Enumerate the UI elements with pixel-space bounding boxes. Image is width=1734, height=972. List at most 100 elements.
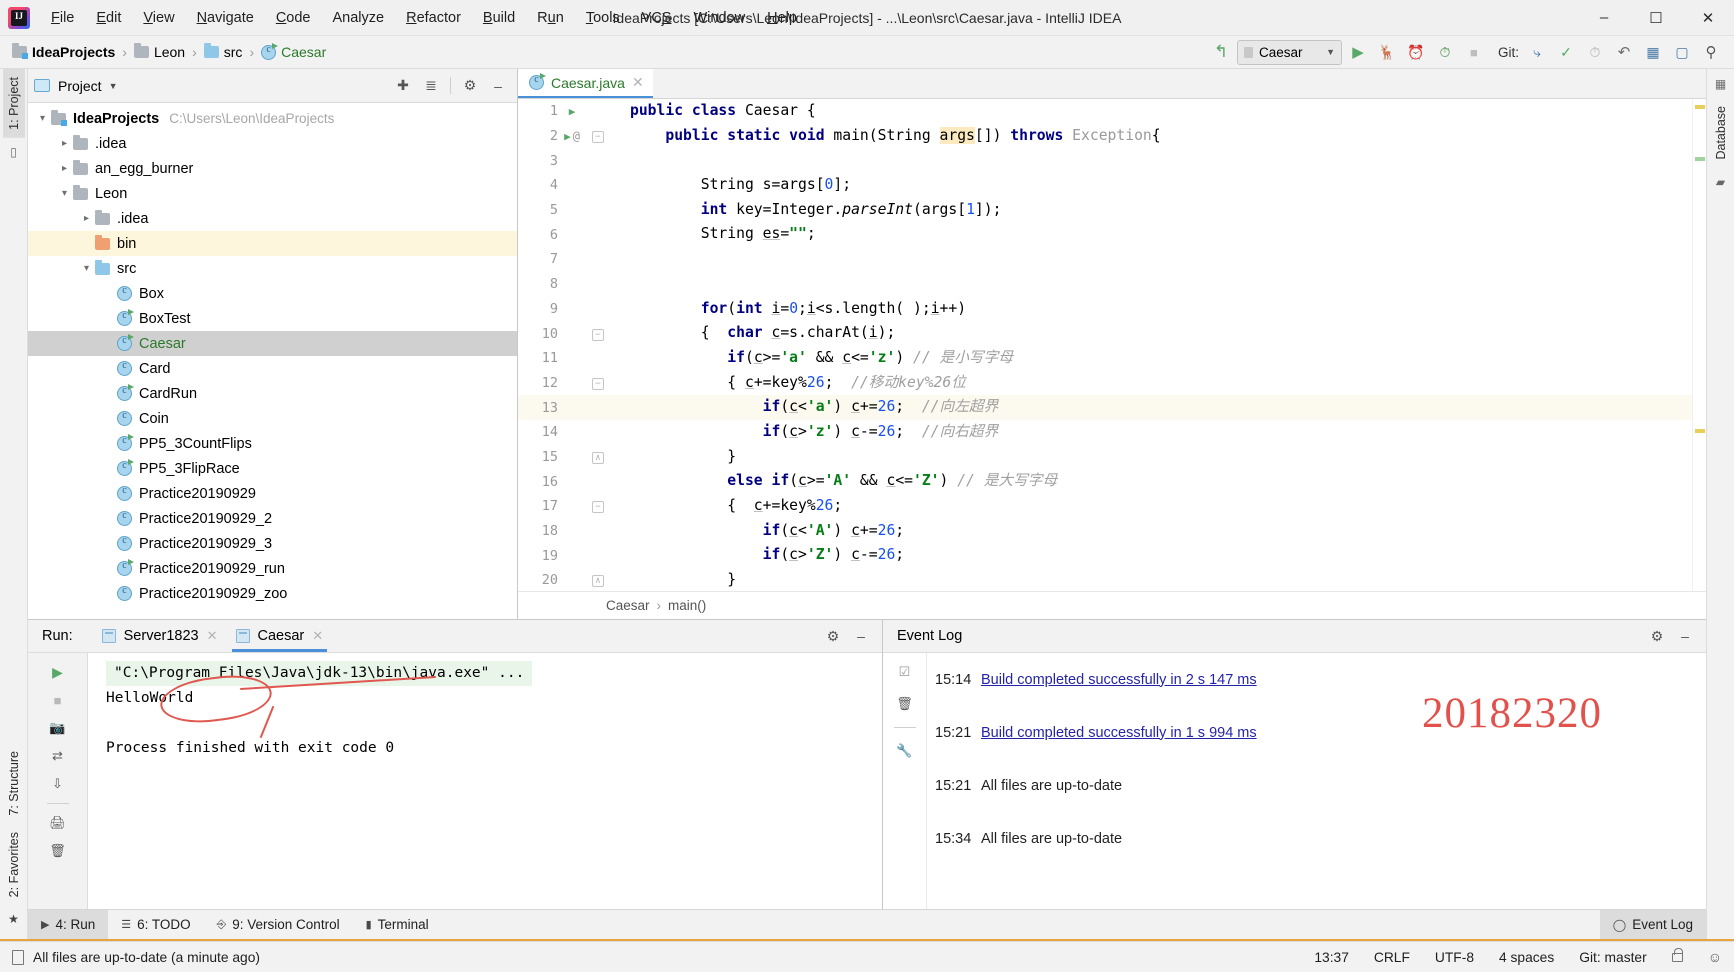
- run-icon[interactable]: ▶: [1345, 40, 1371, 65]
- print-icon[interactable]: 🖨: [44, 810, 72, 836]
- project-small-icon[interactable]: ▯: [4, 143, 24, 161]
- rerun-icon[interactable]: ▶: [44, 659, 72, 685]
- code-line[interactable]: { char c=s.charAt(i);: [618, 321, 1692, 346]
- gutter-line[interactable]: 7: [518, 247, 618, 272]
- chevron-down-icon[interactable]: [56, 188, 73, 199]
- history-icon[interactable]: ⏱: [1582, 40, 1608, 65]
- run-console-output[interactable]: "C:\Program Files\Java\jdk-13\bin\java.e…: [88, 653, 882, 909]
- editor-tab-caesar-java[interactable]: Caesar.java ✕: [518, 69, 653, 98]
- project-tree[interactable]: IdeaProjects C:\Users\Leon\IdeaProjects .i…: [28, 103, 517, 619]
- menu-file[interactable]: File: [40, 6, 85, 30]
- hide-panel-icon[interactable]: –: [1672, 624, 1698, 648]
- menu-help[interactable]: Help: [756, 6, 808, 30]
- tree-node-coin[interactable]: Coin: [28, 406, 517, 431]
- line-separator[interactable]: CRLF: [1374, 950, 1410, 965]
- collapse-all-icon[interactable]: ≣: [418, 74, 444, 98]
- run-coverage-icon[interactable]: ⏰: [1403, 40, 1429, 65]
- tree-node-ideaprojects[interactable]: IdeaProjects C:\Users\Leon\IdeaProjects: [28, 106, 517, 131]
- gutter-line[interactable]: 19: [518, 543, 618, 568]
- tree-node-bin[interactable]: bin: [28, 231, 517, 256]
- run-tab-server1823[interactable]: Server1823 ✕: [93, 620, 227, 652]
- tree-node-box[interactable]: Box: [28, 281, 517, 306]
- gutter-line[interactable]: 15 ∧: [518, 445, 618, 470]
- stop-icon[interactable]: ■: [1461, 40, 1487, 65]
- event-log-entry[interactable]: 15:34 All files are up-to-date: [935, 812, 1706, 865]
- screenshot-icon[interactable]: 📷: [44, 715, 72, 741]
- code-line[interactable]: public class Caesar {: [618, 99, 1692, 124]
- code-line[interactable]: [618, 247, 1692, 272]
- code-line[interactable]: if(c<'A') c+=26;: [618, 519, 1692, 544]
- gutter-line[interactable]: 13: [518, 395, 618, 420]
- gutter-line[interactable]: 10 −: [518, 321, 618, 346]
- tree-node-caesar[interactable]: Caesar: [28, 331, 517, 356]
- toolwindow-terminal[interactable]: ▮ Terminal: [353, 910, 442, 940]
- favorites-star-icon[interactable]: ★: [4, 910, 24, 928]
- toolwindow-run[interactable]: ▶ 4: Run: [28, 909, 109, 940]
- sidebar-tab-project[interactable]: 1: Project: [2, 69, 25, 138]
- event-link[interactable]: Build completed successfully in 1 s 994 …: [981, 725, 1257, 741]
- event-log-entry[interactable]: 15:21 All files are up-to-date: [935, 759, 1706, 812]
- update-project-icon[interactable]: ⤷: [1524, 40, 1550, 65]
- gutter-line[interactable]: 1 ▶: [518, 99, 618, 124]
- back-arrow-icon[interactable]: ↰: [1208, 40, 1234, 65]
- fold-toggle-icon[interactable]: −: [586, 376, 610, 390]
- breadcrumb-ideaprojects[interactable]: IdeaProjects: [8, 42, 119, 62]
- chevron-right-icon[interactable]: [56, 163, 73, 174]
- menu-edit[interactable]: Edit: [85, 6, 132, 30]
- gutter-line[interactable]: 2 ▶ @ −: [518, 124, 618, 149]
- settings-wrench-icon[interactable]: 🔧: [891, 738, 919, 764]
- tree-node-card[interactable]: Card: [28, 356, 517, 381]
- menu-window[interactable]: Window: [683, 6, 757, 30]
- run-gutter-icon[interactable]: ▶: [558, 105, 586, 118]
- soft-wrap-icon[interactable]: ⇄: [44, 743, 72, 769]
- sidebar-tab-structure[interactable]: 7: Structure: [3, 743, 25, 824]
- gutter-line[interactable]: 11: [518, 346, 618, 371]
- close-icon[interactable]: ✕: [207, 628, 218, 644]
- toolwindow-todo[interactable]: ☰ 6: TODO: [108, 910, 203, 940]
- minimize-button[interactable]: –: [1578, 0, 1630, 36]
- commit-icon[interactable]: ✓: [1553, 40, 1579, 65]
- maximize-button[interactable]: ☐: [1630, 0, 1682, 36]
- project-structure-icon[interactable]: ▦: [1640, 40, 1666, 65]
- code-line[interactable]: for(int i=0;i<s.length( );i++): [618, 297, 1692, 322]
- search-everywhere-icon[interactable]: ⚲: [1698, 40, 1724, 65]
- breadcrumb-src[interactable]: src: [200, 42, 247, 62]
- run-configuration-selector[interactable]: Caesar ▼: [1236, 39, 1342, 65]
- tree-node-cardrun[interactable]: CardRun: [28, 381, 517, 406]
- preview-icon[interactable]: ▢: [1669, 40, 1695, 65]
- database-cylinder-icon[interactable]: ▰: [1711, 173, 1731, 191]
- fold-toggle-icon[interactable]: −: [586, 499, 610, 514]
- editor-gutter[interactable]: 1 ▶ 2 ▶ @ −3 4 5 6 7 8 9 10−11 12−13 14 15 ∧ 16 17−18 19 20 ∧: [518, 99, 618, 591]
- tree-node-practice20190929-run[interactable]: Practice20190929_run: [28, 556, 517, 581]
- tree-node-src[interactable]: src: [28, 256, 517, 281]
- lock-icon[interactable]: [1671, 947, 1683, 962]
- code-line[interactable]: if(c>='a' && c<='z') // 是小写字母: [618, 346, 1692, 371]
- gutter-line[interactable]: 17 −: [518, 494, 618, 519]
- code-line[interactable]: }: [618, 568, 1692, 591]
- clear-all-icon[interactable]: 🗑: [891, 691, 919, 717]
- tree-node-practice20190929-zoo[interactable]: Practice20190929_zoo: [28, 581, 517, 606]
- code-line[interactable]: int key=Integer.parseInt(args[1]);: [618, 198, 1692, 223]
- fold-toggle-icon[interactable]: −: [586, 327, 610, 341]
- gear-icon[interactable]: ⚙: [457, 74, 483, 98]
- git-branch[interactable]: Git: master: [1579, 950, 1646, 965]
- gutter-line[interactable]: 8: [518, 272, 618, 297]
- profiler-icon[interactable]: ⏱: [1432, 40, 1458, 65]
- caret-position[interactable]: 13:37: [1314, 950, 1349, 965]
- locate-file-icon[interactable]: ✚: [390, 74, 416, 98]
- gutter-line[interactable]: 12 −: [518, 371, 618, 396]
- warning-marker[interactable]: [1695, 105, 1705, 109]
- gutter-line[interactable]: 14: [518, 420, 618, 445]
- tree-node-pp5-3countflips[interactable]: PP5_3CountFlips: [28, 431, 517, 456]
- editor-scrollbar-markers[interactable]: [1692, 99, 1706, 591]
- tree-node-practice20190929-3[interactable]: Practice20190929_3: [28, 531, 517, 556]
- code-line[interactable]: { c+=key%26; //移动key%26位: [618, 371, 1692, 396]
- chevron-right-icon[interactable]: [56, 138, 73, 149]
- gutter-line[interactable]: 6: [518, 222, 618, 247]
- tree-node-an-egg-burner[interactable]: an_egg_burner: [28, 156, 517, 181]
- gutter-line[interactable]: 16: [518, 469, 618, 494]
- menu-build[interactable]: Build: [472, 6, 526, 30]
- editor-code[interactable]: public class Caesar { public static void…: [618, 99, 1692, 591]
- chevron-down-icon[interactable]: ▼: [109, 81, 118, 91]
- sidebar-tab-database[interactable]: Database: [1710, 98, 1732, 168]
